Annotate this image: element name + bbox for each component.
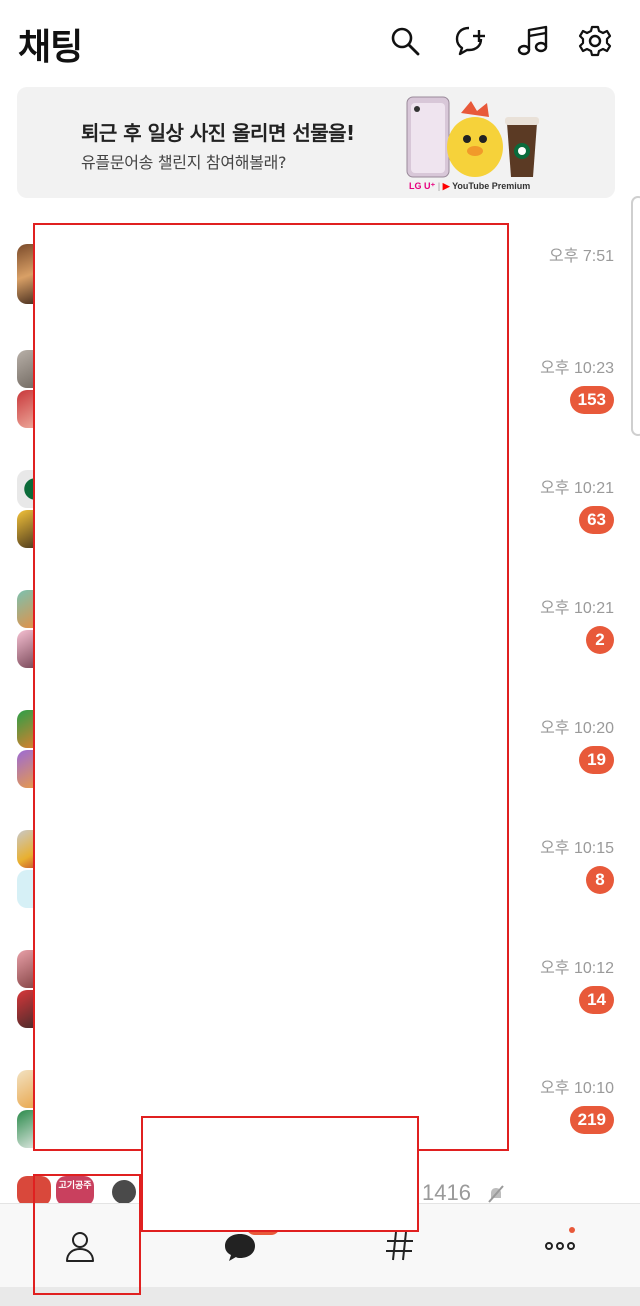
banner-brands: LG U⁺ | ▶ YouTube Premium xyxy=(409,181,531,191)
youtube-premium-label: YouTube Premium xyxy=(452,181,531,191)
chat-time: 오후 10:12 xyxy=(540,960,614,977)
chat-time: 오후 10:21 xyxy=(540,480,614,497)
banner-title: 퇴근 후 일상 사진 올리면 선물을! xyxy=(81,121,355,145)
gear-icon[interactable] xyxy=(578,24,612,58)
unread-badge: 2 xyxy=(586,626,614,654)
chat-time: 오후 7:51 xyxy=(548,248,614,265)
unread-badge: 153 xyxy=(569,386,614,414)
unread-badge: 14 xyxy=(579,986,614,1014)
unread-badge: 219 xyxy=(569,1106,614,1134)
youtube-icon: ▶ xyxy=(442,181,450,191)
chat-time: 오후 10:20 xyxy=(540,720,614,737)
page-title: 채팅 xyxy=(18,27,83,68)
chat-time: 오후 10:15 xyxy=(540,840,614,857)
unread-badge: 63 xyxy=(579,506,614,534)
redaction-box xyxy=(33,1174,141,1295)
more-dots-icon xyxy=(545,1242,575,1250)
unread-badge: 8 xyxy=(586,866,614,894)
mute-bell-icon xyxy=(486,1184,506,1204)
banner-illustration xyxy=(405,95,545,181)
chat-time: 오후 10:10 xyxy=(540,1080,614,1097)
promo-banner[interactable]: 퇴근 후 일상 사진 올리면 선물을! 유플문어송 챌린지 참여해볼래? LG … xyxy=(17,87,615,198)
new-indicator-dot xyxy=(569,1227,575,1233)
new-chat-icon[interactable] xyxy=(454,24,488,58)
hashtag-icon xyxy=(386,1231,413,1261)
music-note-icon[interactable] xyxy=(516,24,550,58)
search-icon[interactable] xyxy=(388,24,422,58)
redaction-box xyxy=(33,223,509,1151)
header: 채팅 xyxy=(0,0,640,84)
unread-badge: 19 xyxy=(579,746,614,774)
chat-time: 오후 10:21 xyxy=(540,600,614,617)
chat-time: 오후 10:23 xyxy=(540,360,614,377)
redaction-box xyxy=(141,1116,419,1232)
banner-subtitle: 유플문어송 챌린지 참여해볼래? xyxy=(81,153,287,172)
lg-uplus-logo: LG U⁺ xyxy=(409,181,436,191)
tab-more[interactable] xyxy=(480,1204,640,1288)
